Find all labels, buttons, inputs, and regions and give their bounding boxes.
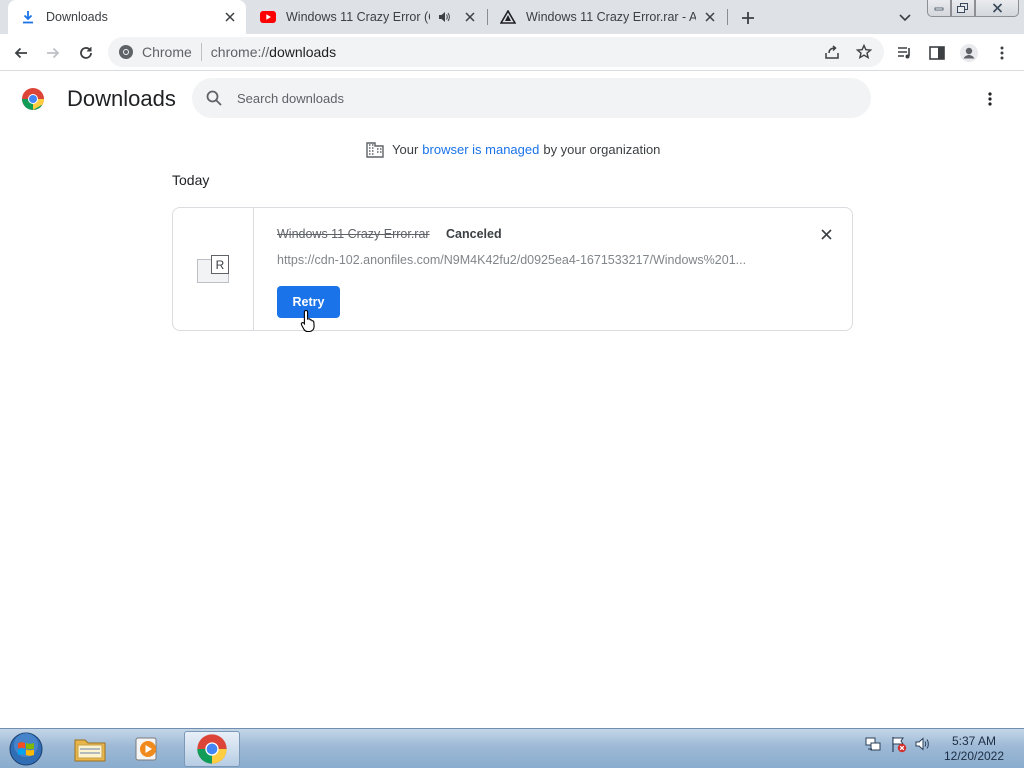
close-icon[interactable] [462, 9, 478, 25]
download-item: R Windows 11 Crazy Error.rar Canceled ht… [172, 207, 853, 331]
minimize-icon [934, 7, 944, 11]
action-center-flag-icon[interactable] [889, 735, 907, 753]
side-panel-icon [929, 46, 945, 60]
back-button[interactable] [8, 40, 34, 66]
chrome-site-icon [119, 45, 133, 59]
taskbar-chrome[interactable] [184, 731, 240, 767]
close-icon [820, 228, 832, 240]
tab-title: Windows 11 Crazy Error.rar - Anc [526, 10, 696, 24]
media-icon [898, 47, 910, 59]
restore-icon [957, 2, 968, 13]
folder-icon [74, 739, 106, 762]
tab-anonfiles[interactable]: Windows 11 Crazy Error.rar - Anc [488, 0, 726, 34]
search-downloads[interactable] [192, 78, 871, 118]
rar-file-icon: R [197, 255, 229, 283]
site-chip[interactable]: Chrome [108, 44, 192, 60]
chevron-down-icon [899, 14, 911, 22]
date-heading: Today [172, 172, 210, 188]
tab-youtube[interactable]: Windows 11 Crazy Error (Có [248, 0, 486, 34]
retry-button[interactable]: Retry [277, 286, 340, 318]
managed-prefix: Your [392, 141, 419, 157]
url-text[interactable]: chrome://downloads [211, 44, 336, 60]
tab-strip: Downloads Windows 11 Crazy Error (Có Win… [0, 0, 1024, 34]
address-divider [200, 43, 202, 61]
bookmark-button[interactable] [850, 40, 878, 64]
more-vert-icon [1000, 46, 1004, 60]
window-controls [927, 0, 1019, 18]
tab-divider [727, 9, 728, 25]
window-close-button[interactable] [975, 0, 1019, 17]
reload-icon [80, 47, 92, 59]
plus-icon [742, 12, 754, 24]
reload-button[interactable] [73, 40, 99, 66]
profile-button[interactable] [956, 40, 982, 66]
system-tray [864, 735, 939, 753]
browser-toolbar: Chrome chrome://downloads [0, 34, 1024, 71]
restore-button[interactable] [951, 0, 975, 17]
chrome-menu-button[interactable] [989, 40, 1015, 66]
search-icon [204, 88, 224, 108]
tab-downloads[interactable]: Downloads [8, 0, 246, 34]
system-clock[interactable]: 5:37 AM 12/20/2022 [936, 734, 1012, 764]
close-icon[interactable] [222, 9, 238, 25]
taskbar-explorer[interactable] [62, 731, 118, 767]
avatar-icon [960, 44, 978, 62]
managed-notice: Your browser is managed by your organiza… [366, 140, 660, 158]
clock-date: 12/20/2022 [943, 749, 1005, 763]
speaker-icon[interactable] [436, 9, 452, 25]
downloads-menu-button[interactable] [978, 87, 1002, 111]
search-input[interactable] [237, 90, 797, 106]
close-icon[interactable] [702, 9, 718, 25]
close-icon [992, 3, 1002, 13]
managed-link[interactable]: browser is managed [422, 142, 539, 157]
side-panel-button[interactable] [924, 40, 950, 66]
managed-suffix: by your organization [543, 141, 661, 157]
media-player-icon [135, 737, 157, 761]
volume-icon[interactable] [914, 735, 932, 753]
network-icon[interactable] [864, 735, 882, 753]
download-status: Canceled [446, 227, 502, 241]
tab-search-button[interactable] [895, 8, 915, 28]
svg-text:R: R [216, 258, 225, 272]
remove-download-button[interactable] [816, 224, 836, 244]
star-icon [856, 44, 872, 60]
tab-title: Downloads [46, 10, 108, 24]
anonfiles-icon [500, 9, 516, 25]
windows-orb-icon [9, 732, 43, 766]
more-vert-icon [988, 92, 992, 106]
downloads-header: Downloads [0, 72, 1024, 128]
download-icon [20, 9, 36, 25]
share-icon [825, 45, 839, 59]
taskbar: 5:37 AM 12/20/2022 [0, 728, 1024, 768]
start-button[interactable] [6, 731, 46, 767]
new-tab-button[interactable] [736, 6, 760, 30]
forward-arrow-icon [47, 47, 60, 59]
back-arrow-icon [14, 47, 27, 59]
site-label: Chrome [142, 44, 192, 60]
chrome-icon [197, 734, 227, 764]
taskbar-media-player[interactable] [120, 731, 176, 767]
share-button[interactable] [818, 40, 846, 64]
clock-time: 5:37 AM [951, 734, 997, 748]
address-bar[interactable]: Chrome chrome://downloads [108, 37, 884, 67]
chrome-logo-icon [22, 88, 44, 110]
page-title: Downloads [67, 86, 176, 111]
media-controls-button[interactable] [892, 40, 918, 66]
youtube-icon [260, 9, 276, 25]
file-icon-column: R [173, 208, 254, 330]
minimize-button[interactable] [927, 0, 951, 17]
building-icon [366, 142, 384, 158]
forward-button[interactable] [40, 40, 66, 66]
download-url[interactable]: https://cdn-102.anonfiles.com/N9M4K42fu2… [277, 253, 777, 267]
tab-title: Windows 11 Crazy Error (Có [286, 10, 430, 24]
file-name[interactable]: Windows 11 Crazy Error.rar [277, 227, 430, 241]
